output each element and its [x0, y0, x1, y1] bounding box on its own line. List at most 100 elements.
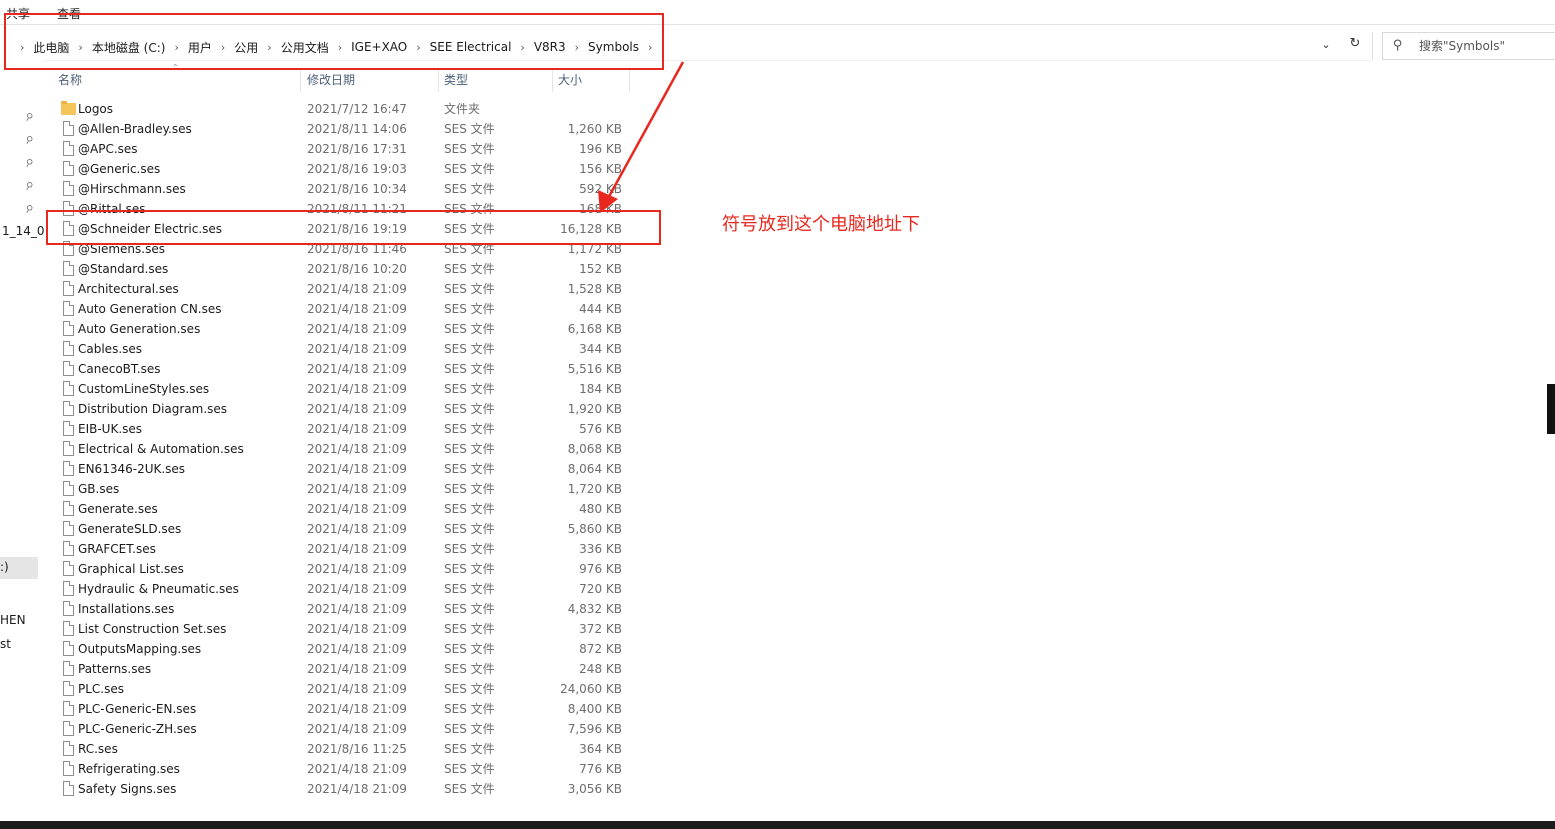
navigation-pane: ⚲ ⚲ ⚲ ⚲ ⚲ 1_14_0 :) HEN st: [0, 60, 45, 820]
file-row[interactable]: Hydraulic & Pneumatic.ses 2021/4/18 21:09…: [56, 579, 630, 599]
nav-item-label[interactable]: :): [0, 560, 9, 574]
pin-icon[interactable]: ⚲: [23, 157, 35, 170]
file-date: 2021/4/18 21:09: [307, 582, 407, 596]
file-row[interactable]: @Generic.ses 2021/8/16 19:03 SES 文件 156 KB: [56, 159, 630, 179]
file-row[interactable]: EIB-UK.ses 2021/4/18 21:09 SES 文件 576 KB: [56, 419, 630, 439]
pin-icon[interactable]: ⚲: [23, 134, 35, 147]
file-row[interactable]: PLC.ses 2021/4/18 21:09 SES 文件 24,060 KB: [56, 679, 630, 699]
file-size: 184 KB: [579, 382, 622, 396]
file-size: 364 KB: [579, 742, 622, 756]
file-type: SES 文件: [444, 122, 495, 136]
pin-icon[interactable]: ⚲: [23, 203, 35, 216]
file-size: 720 KB: [579, 582, 622, 596]
file-icon: [63, 321, 74, 336]
search-box[interactable]: ⚲: [1382, 32, 1555, 60]
search-input[interactable]: [1419, 37, 1549, 55]
file-row[interactable]: List Construction Set.ses 2021/4/18 21:09…: [56, 619, 630, 639]
file-row[interactable]: PLC-Generic-EN.ses 2021/4/18 21:09 SES 文件 8…: [56, 699, 630, 719]
file-row[interactable]: @APC.ses 2021/8/16 17:31 SES 文件 196 KB: [56, 139, 630, 159]
file-icon: [60, 681, 76, 697]
file-type: SES 文件: [444, 542, 495, 556]
file-icon: [63, 341, 74, 356]
file-type: SES 文件: [444, 702, 495, 716]
column-header-date[interactable]: 修改日期: [307, 70, 355, 92]
file-row[interactable]: @Hirschmann.ses 2021/8/16 10:34 SES 文件 592 …: [56, 179, 630, 199]
file-size: 156 KB: [579, 162, 622, 176]
file-type: SES 文件: [444, 422, 495, 436]
file-row[interactable]: CanecoBT.ses 2021/4/18 21:09 SES 文件 5,516 K…: [56, 359, 630, 379]
file-date: 2021/4/18 21:09: [307, 442, 407, 456]
file-type: SES 文件: [444, 342, 495, 356]
file-row[interactable]: Architectural.ses 2021/4/18 21:09 SES 文件 1,…: [56, 279, 630, 299]
file-icon: [63, 481, 74, 496]
column-divider[interactable]: [552, 70, 553, 92]
column-header-size[interactable]: 大小: [558, 70, 582, 92]
file-date: 2021/7/12 16:47: [307, 102, 407, 116]
file-row[interactable]: CustomLineStyles.ses 2021/4/18 21:09 SES 文…: [56, 379, 630, 399]
file-date: 2021/4/18 21:09: [307, 762, 407, 776]
file-icon: [63, 601, 74, 616]
search-icon: ⚲: [1393, 38, 1403, 53]
file-name: GB.ses: [78, 482, 120, 496]
file-row[interactable]: GRAFCET.ses 2021/4/18 21:09 SES 文件 336 KB: [56, 539, 630, 559]
pin-icon[interactable]: ⚲: [23, 180, 35, 193]
file-row[interactable]: GB.ses 2021/4/18 21:09 SES 文件 1,720 KB: [56, 479, 630, 499]
file-row[interactable]: PLC-Generic-ZH.ses 2021/4/18 21:09 SES 文件 7…: [56, 719, 630, 739]
file-size: 8,068 KB: [567, 442, 622, 456]
file-icon: [63, 641, 74, 656]
file-date: 2021/4/18 21:09: [307, 322, 407, 336]
file-date: 2021/4/18 21:09: [307, 462, 407, 476]
file-row[interactable]: Installations.ses 2021/4/18 21:09 SES 文件 4,…: [56, 599, 630, 619]
file-size: 1,920 KB: [567, 402, 622, 416]
nav-item-label[interactable]: st: [0, 637, 11, 651]
file-row[interactable]: Graphical List.ses 2021/4/18 21:09 SES 文件 9…: [56, 559, 630, 579]
file-type: SES 文件: [444, 642, 495, 656]
file-row[interactable]: Distribution Diagram.ses 2021/4/18 21:09 S…: [56, 399, 630, 419]
file-icon: [63, 561, 74, 576]
file-icon: [63, 681, 74, 696]
file-row[interactable]: Cables.ses 2021/4/18 21:09 SES 文件 344 KB: [56, 339, 630, 359]
file-size: 592 KB: [579, 182, 622, 196]
file-name: GRAFCET.ses: [78, 542, 156, 556]
file-row[interactable]: Logos 2021/7/12 16:47 文件夹: [56, 99, 630, 119]
column-header-name[interactable]: 名称: [58, 70, 82, 92]
column-divider[interactable]: [438, 70, 439, 92]
file-size: 7,596 KB: [567, 722, 622, 736]
column-header-type[interactable]: 类型: [444, 70, 468, 92]
file-row[interactable]: GenerateSLD.ses 2021/4/18 21:09 SES 文件 5,86…: [56, 519, 630, 539]
file-row[interactable]: @Standard.ses 2021/8/16 10:20 SES 文件 152 KB: [56, 259, 630, 279]
file-row[interactable]: @Allen-Bradley.ses 2021/8/11 14:06 SES 文件 1…: [56, 119, 630, 139]
refresh-icon[interactable]: ↻: [1346, 36, 1364, 54]
highlight-box-address: [4, 13, 664, 70]
file-size: 372 KB: [579, 622, 622, 636]
chevron-down-icon[interactable]: ⌄: [1318, 38, 1334, 54]
file-row[interactable]: Auto Generation CN.ses 2021/4/18 21:09 SES…: [56, 299, 630, 319]
file-icon: [63, 401, 74, 416]
file-icon: [63, 781, 74, 796]
file-row[interactable]: Refrigerating.ses 2021/4/18 21:09 SES 文件 77…: [56, 759, 630, 779]
file-date: 2021/4/18 21:09: [307, 682, 407, 696]
file-row[interactable]: Patterns.ses 2021/4/18 21:09 SES 文件 248 KB: [56, 659, 630, 679]
pin-icon[interactable]: ⚲: [23, 111, 35, 124]
file-row[interactable]: OutputsMapping.ses 2021/4/18 21:09 SES 文件 8…: [56, 639, 630, 659]
nav-item-label[interactable]: 1_14_0: [2, 224, 45, 238]
nav-item-label[interactable]: HEN: [0, 613, 26, 627]
file-row[interactable]: Auto Generation.ses 2021/4/18 21:09 SES 文件…: [56, 319, 630, 339]
scrollbar-thumb[interactable]: [1547, 384, 1555, 434]
file-date: 2021/4/18 21:09: [307, 382, 407, 396]
file-name: Patterns.ses: [78, 662, 152, 676]
file-type: SES 文件: [444, 182, 495, 196]
file-date: 2021/4/18 21:09: [307, 522, 407, 536]
file-type: SES 文件: [444, 622, 495, 636]
file-row[interactable]: EN61346-2UK.ses 2021/4/18 21:09 SES 文件 8,06…: [56, 459, 630, 479]
column-divider[interactable]: [300, 70, 301, 92]
file-row[interactable]: Generate.ses 2021/4/18 21:09 SES 文件 480 KB: [56, 499, 630, 519]
file-row[interactable]: Electrical & Automation.ses 2021/4/18 21:…: [56, 439, 630, 459]
column-divider[interactable]: [629, 70, 630, 92]
file-row[interactable]: Safety Signs.ses 2021/4/18 21:09 SES 文件 3,0…: [56, 779, 630, 799]
annotation-text: 符号放到这个电脑地址下: [722, 214, 920, 235]
file-size: 6,168 KB: [567, 322, 622, 336]
file-date: 2021/4/18 21:09: [307, 402, 407, 416]
file-type: SES 文件: [444, 262, 495, 276]
file-row[interactable]: RC.ses 2021/8/16 11:25 SES 文件 364 KB: [56, 739, 630, 759]
